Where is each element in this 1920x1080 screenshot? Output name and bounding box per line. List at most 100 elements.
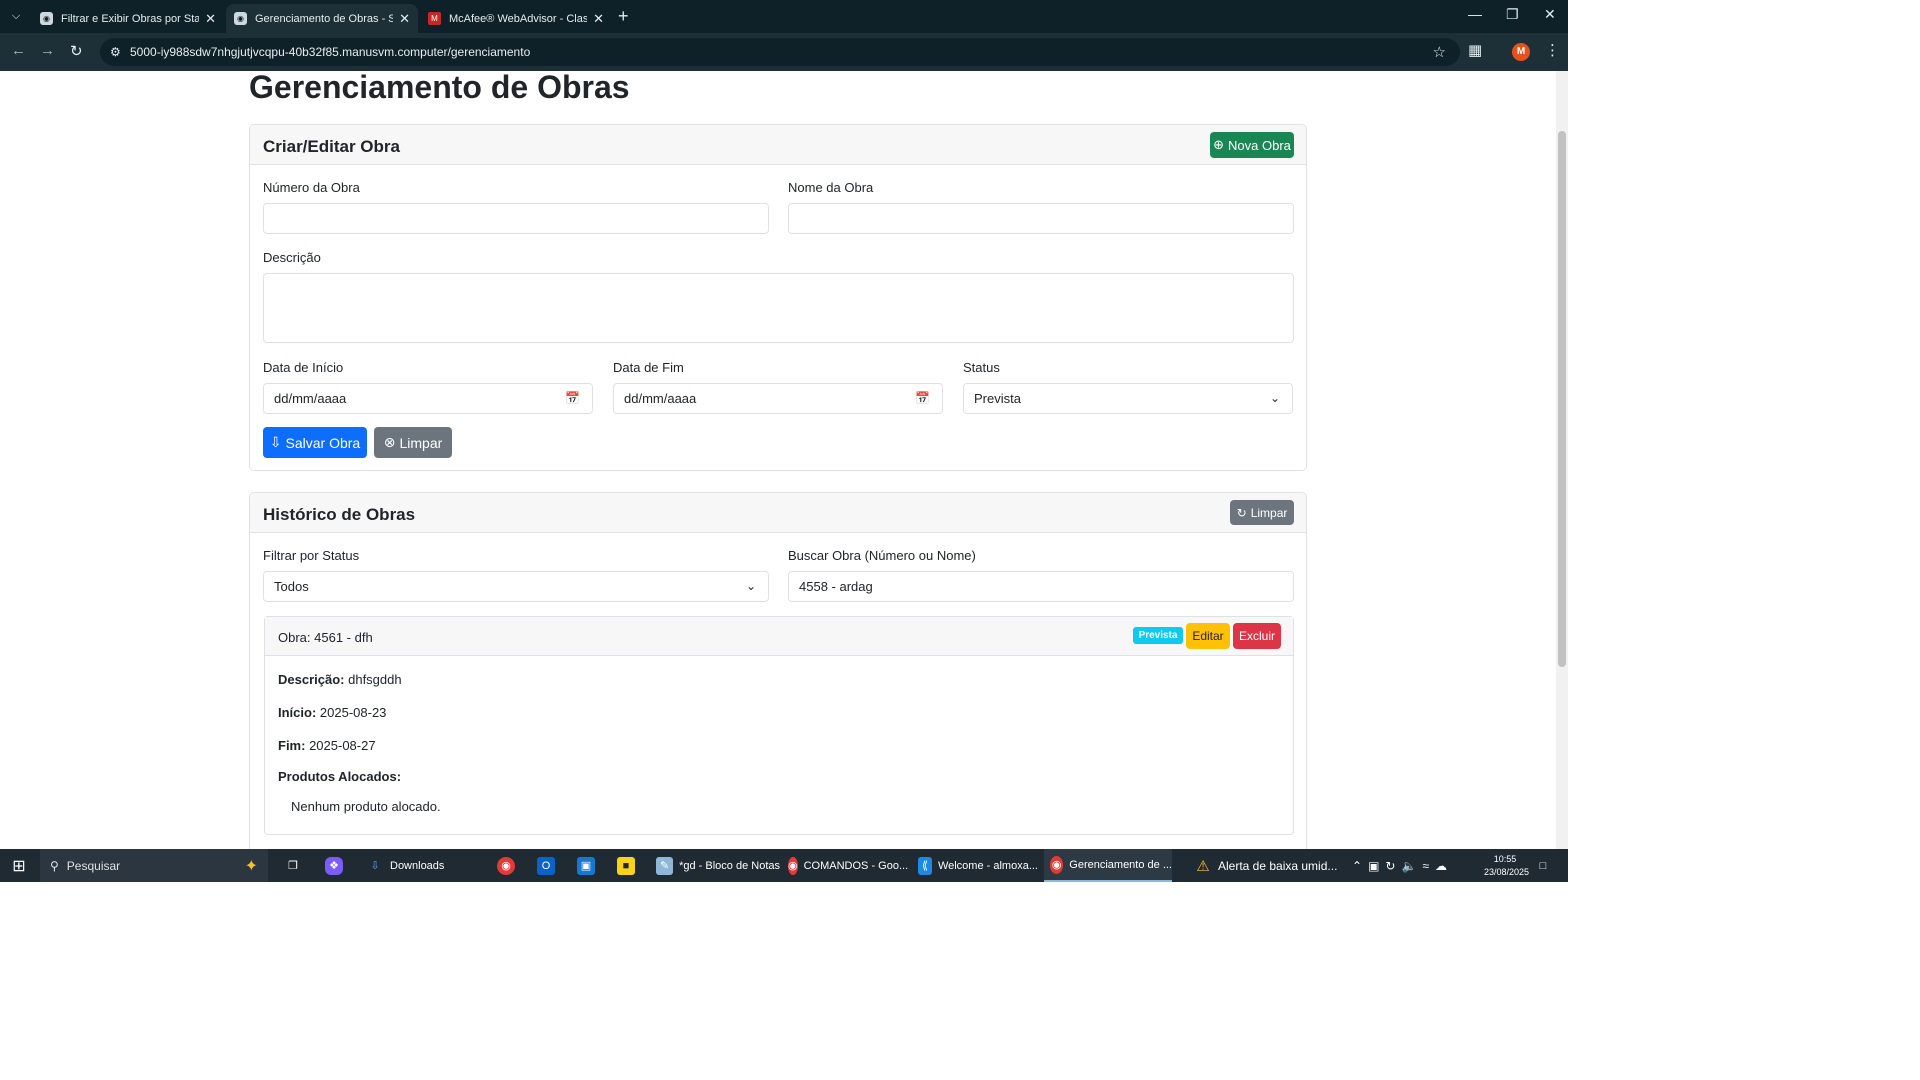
nome-obra-input[interactable]: [788, 203, 1294, 234]
obra-item-title: Obra: 4561 - dfh: [278, 630, 373, 645]
data-fim-input[interactable]: dd/mm/aaaa 📅: [613, 383, 943, 414]
editar-button[interactable]: Editar: [1186, 623, 1230, 649]
descricao-textarea[interactable]: [263, 273, 1294, 343]
taskbar-weather-alert[interactable]: ⚠ Alerta de baixa umid...: [1194, 849, 1344, 882]
wifi-icon[interactable]: ≈: [1422, 859, 1429, 873]
x-circle-icon: ⊗: [383, 434, 396, 450]
calendar-icon[interactable]: 📅: [915, 391, 930, 405]
data-inicio-input[interactable]: dd/mm/aaaa 📅: [263, 383, 593, 414]
obra-fim: Fim: 2025-08-27: [278, 738, 376, 753]
tab-close-icon[interactable]: ✕: [399, 11, 410, 27]
notifications-icon[interactable]: □: [1534, 849, 1552, 882]
address-toolbar: ← → ↻ ⚙ 5000-iy988sdw7nhgjutjvcqpu-40b32…: [0, 33, 1568, 71]
taskbar-clock[interactable]: 10:55 23/08/2025: [1484, 853, 1530, 879]
historico-card: Histórico de Obras ↻ Limpar Filtrar por …: [249, 492, 1307, 849]
chrome-profile-icon: ◉: [1050, 855, 1064, 874]
sticky-notes-glyph-icon: ■: [617, 856, 635, 875]
reload-icon[interactable]: ↻: [70, 42, 83, 60]
copilot-icon[interactable]: ❖: [325, 849, 343, 882]
tab-close-icon[interactable]: ✕: [205, 11, 216, 27]
cloud-icon[interactable]: ☁: [1435, 859, 1447, 873]
app-window-icon[interactable]: ▣: [577, 849, 595, 882]
sticky-notes-icon[interactable]: ■: [617, 849, 635, 882]
taskbar-item-label: Welcome - almoxa...: [937, 859, 1038, 872]
calendar-icon[interactable]: 📅: [565, 391, 580, 405]
clock-date: 23/08/2025: [1484, 867, 1530, 877]
tray-sync-icon[interactable]: ↻: [1385, 859, 1395, 873]
browser-tab-gerenciamento[interactable]: ◉ Gerenciamento de Obras - Sistema ✕: [226, 4, 418, 33]
limpar-form-button[interactable]: ⊗ Limpar: [374, 427, 452, 458]
page-scrollbar[interactable]: [1556, 71, 1568, 849]
card-header: Criar/Editar Obra ⊕ Nova Obra: [250, 125, 1306, 165]
windows-taskbar: ⊞ ⚲ Pesquisar ✦ ❐ ❖ ⇩ Downloads ◉ O ▣ ■ …: [0, 849, 1568, 882]
chrome-icon[interactable]: ◉: [497, 849, 515, 882]
save-download-icon: ⇩: [269, 434, 282, 450]
refresh-icon: ↻: [1236, 505, 1247, 520]
chrome-profile-icon: ◉: [788, 856, 798, 875]
tray-app-icon[interactable]: ▣: [1368, 859, 1379, 873]
url-text: 5000-iy988sdw7nhgjutjvcqpu-40b32f85.manu…: [130, 45, 531, 59]
profile-avatar[interactable]: M: [1512, 43, 1530, 61]
sparkle-icon: ✦: [244, 857, 258, 875]
status-select[interactable]: Prevista ⌄: [963, 383, 1293, 414]
taskbar-chrome-gerenciamento[interactable]: ◉ Gerenciamento de ...: [1044, 849, 1172, 882]
copilot-glyph-icon: ❖: [325, 856, 343, 875]
nova-obra-button[interactable]: ⊕ Nova Obra: [1210, 132, 1294, 158]
taskbar-chrome-comandos[interactable]: ◉ COMANDOS - Goo...: [784, 849, 908, 882]
notepad-icon: ✎: [656, 856, 674, 875]
scrollbar-thumb[interactable]: [1558, 131, 1566, 667]
forward-arrow-icon[interactable]: →: [40, 42, 55, 59]
bookmark-star-icon[interactable]: ☆: [1433, 43, 1446, 61]
back-arrow-icon[interactable]: ←: [11, 42, 26, 59]
obra-descricao: Descrição: dhfsgddh: [278, 672, 402, 687]
windows-logo-icon: ⊞: [12, 857, 26, 875]
taskbar-item-label: Alerta de baixa umid...: [1218, 858, 1338, 873]
task-view-icon[interactable]: ❐: [284, 849, 302, 882]
excluir-button[interactable]: Excluir: [1233, 623, 1281, 649]
site-settings-icon[interactable]: ⚙: [110, 45, 128, 59]
obra-inicio: Início: 2025-08-23: [278, 705, 386, 720]
system-tray: ⌃ ▣ ↻ 🔈 ≈ ☁: [1352, 849, 1447, 882]
url-bar[interactable]: ⚙ 5000-iy988sdw7nhgjutjvcqpu-40b32f85.ma…: [100, 38, 1460, 66]
obra-item-card: Obra: 4561 - dfh Prevista Editar Excluir…: [264, 616, 1294, 835]
browser-menu-kebab-icon[interactable]: ⋮: [1545, 41, 1560, 59]
numero-obra-label: Número da Obra: [263, 180, 360, 195]
tab-search-chevron-icon[interactable]: ⌵: [6, 6, 26, 26]
status-selected-value: Prevista: [974, 391, 1021, 406]
filtro-status-select[interactable]: Todos ⌄: [263, 571, 769, 602]
produtos-key: Produtos Alocados:: [278, 769, 402, 784]
salvar-obra-button[interactable]: ⇩ Salvar Obra: [263, 427, 367, 458]
tray-chevron-up-icon[interactable]: ⌃: [1352, 859, 1362, 873]
taskbar-downloads[interactable]: ⇩ Downloads: [362, 849, 480, 882]
numero-obra-input[interactable]: [263, 203, 769, 234]
tab-close-icon[interactable]: ✕: [593, 11, 604, 27]
close-window-icon[interactable]: ✕: [1544, 6, 1556, 23]
taskbar-vscode[interactable]: ⟪ Welcome - almoxa...: [914, 849, 1038, 882]
status-label: Status: [963, 360, 1000, 375]
notifications-glyph-icon: □: [1539, 859, 1547, 872]
tab-label: Filtrar e Exibir Obras por Status: [61, 12, 200, 25]
nova-obra-label: Nova Obra: [1228, 137, 1291, 153]
produtos-empty-message: Nenhum produto alocado.: [291, 799, 441, 814]
taskbar-search[interactable]: ⚲ Pesquisar ✦: [40, 849, 268, 882]
data-inicio-placeholder: dd/mm/aaaa: [274, 391, 347, 406]
browser-tab-filtrar[interactable]: ◉ Filtrar e Exibir Obras por Status ✕: [32, 4, 224, 33]
restore-icon[interactable]: ❐: [1506, 6, 1519, 23]
browser-tab-mcafee[interactable]: M McAfee® WebAdvisor - Classific ✕: [420, 4, 612, 33]
descricao-value: dhfsgddh: [348, 672, 402, 687]
minimize-icon[interactable]: —: [1468, 6, 1482, 22]
search-placeholder: Pesquisar: [66, 858, 121, 873]
data-fim-placeholder: dd/mm/aaaa: [624, 391, 697, 406]
filtro-selected-value: Todos: [274, 579, 309, 594]
taskbar-item-label: COMANDOS - Goo...: [803, 859, 909, 872]
new-tab-plus-icon[interactable]: +: [618, 6, 629, 26]
extensions-puzzle-icon[interactable]: ▦: [1468, 41, 1482, 59]
buscar-obra-input[interactable]: 4558 - ardag: [788, 571, 1294, 602]
outlook-icon[interactable]: O: [537, 849, 555, 882]
taskbar-notepad[interactable]: ✎ *gd - Bloco de Notas: [652, 849, 780, 882]
speaker-muted-icon[interactable]: 🔈: [1401, 859, 1416, 873]
windows-start-icon[interactable]: ⊞: [8, 849, 30, 882]
data-inicio-label: Data de Início: [263, 360, 344, 375]
tab-label: McAfee® WebAdvisor - Classific: [449, 12, 588, 25]
limpar-historico-button[interactable]: ↻ Limpar: [1230, 500, 1294, 525]
